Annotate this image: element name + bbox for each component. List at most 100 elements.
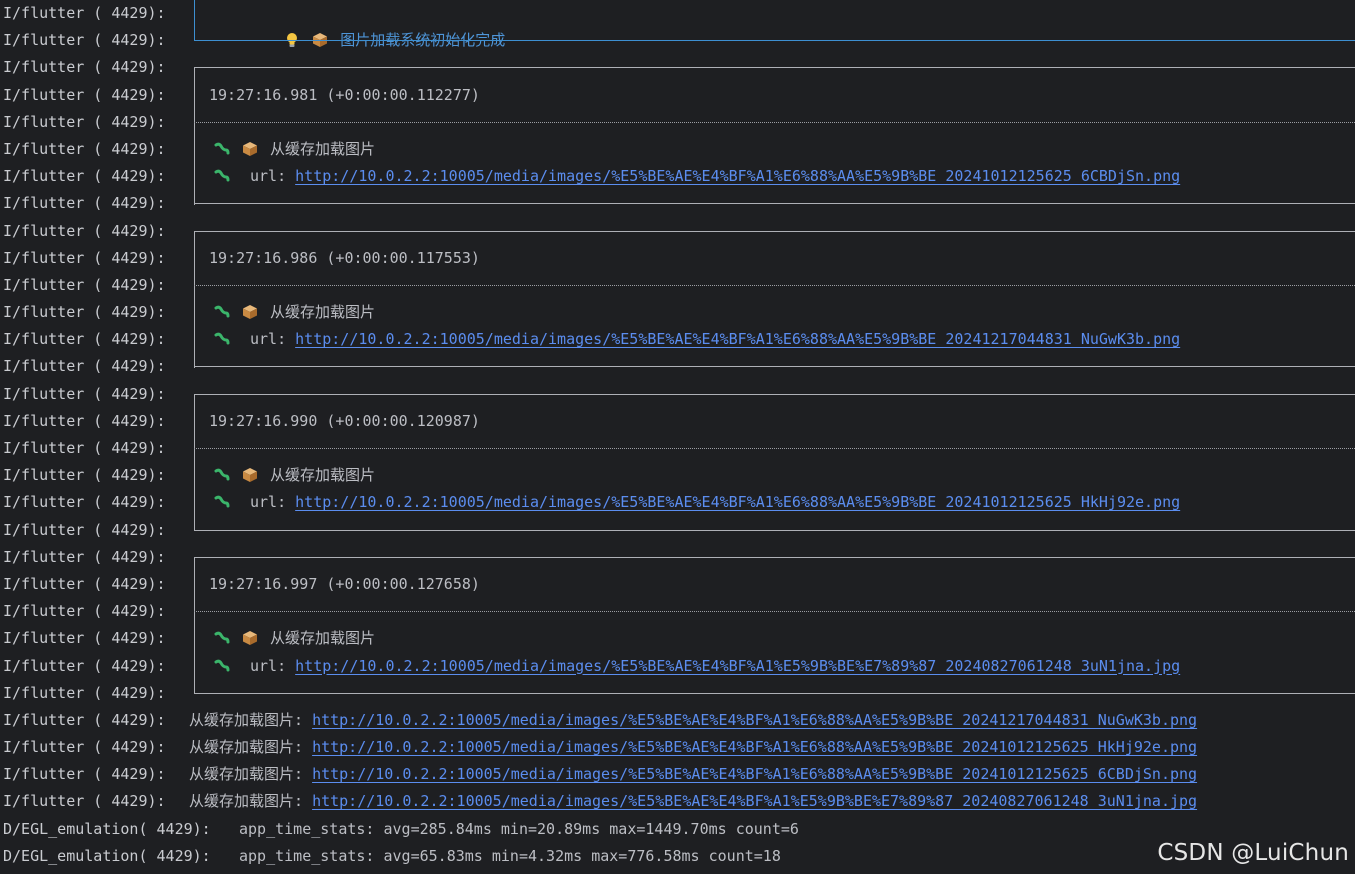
image-url-link[interactable]: http://10.0.2.2:10005/media/images/%E5%B… (312, 711, 1197, 729)
app-time-stats: app_time_stats: avg=65.83ms min=4.32ms m… (239, 846, 781, 865)
log-line: I/flutter ( 4429): 从缓存加载图片 (0, 135, 1355, 164)
box-border (194, 570, 195, 599)
box-top-border (194, 67, 1355, 69)
log-prefix: I/flutter ( 4429): (3, 493, 166, 512)
log-content (194, 381, 1355, 408)
log-content: 从缓存加载图片 (194, 135, 1355, 164)
package-icon (243, 141, 257, 156)
timestamp: 19:27:16.997 (+0:00:00.127658) (209, 574, 480, 593)
image-url-link[interactable]: http://10.0.2.2:10005/media/images/%E5%B… (295, 167, 1180, 185)
log-content (194, 598, 1355, 626)
box-bottom-border (194, 366, 1355, 368)
cache-load-message: 从缓存加载图片 (270, 466, 376, 485)
box-border (194, 230, 195, 245)
log-prefix: I/flutter ( 4429): (3, 31, 166, 50)
log-content (194, 108, 1355, 136)
log-line: I/flutter ( 4429): 19:27:16.997 (+0:00:0… (0, 570, 1355, 599)
log-prefix: I/flutter ( 4429): (3, 384, 166, 403)
log-content: 19:27:16.990 (+0:00:00.120987) (194, 407, 1355, 435)
worm-icon (214, 659, 230, 671)
log-line: I/flutter ( 4429): (0, 381, 1355, 408)
worm-icon (214, 142, 230, 155)
box-border (194, 299, 195, 327)
worm-icon (214, 632, 230, 644)
plain-log-content: 从缓存加载图片: http://10.0.2.2:10005/media/ima… (189, 788, 1197, 815)
image-url-link[interactable]: http://10.0.2.2:10005/media/images/%E5%B… (312, 765, 1197, 783)
box-border (194, 652, 195, 680)
plain-log-content: 从缓存加载图片: http://10.0.2.2:10005/media/ima… (189, 761, 1197, 788)
worm-icon (214, 332, 230, 345)
url-label: url: (250, 330, 296, 349)
timestamp: 19:27:16.986 (+0:00:00.117553) (209, 248, 480, 267)
worm-icon (214, 496, 230, 508)
image-url-link[interactable]: http://10.0.2.2:10005/media/images/%E5%B… (312, 738, 1197, 756)
box-separator (194, 448, 1355, 449)
log-prefix: I/flutter ( 4429): (3, 656, 166, 675)
box-border (194, 393, 195, 408)
log-line: I/flutter ( 4429): (0, 271, 1355, 300)
log-prefix: I/flutter ( 4429): (3, 330, 166, 349)
plain-log-content: 从缓存加载图片: http://10.0.2.2:10005/media/ima… (189, 734, 1197, 761)
package-icon (243, 305, 257, 320)
box-bottom-border (194, 40, 1355, 42)
logcat-console: I/flutter ( 4429): 图片加载系统初始化完成 I/flutter… (0, 0, 1355, 870)
log-line: I/flutter ( 4429): 19:27:16.981 (+0:00:0… (0, 81, 1355, 109)
log-prefix: I/flutter ( 4429): (3, 194, 166, 213)
worm-icon (214, 468, 230, 481)
log-line: I/flutter ( 4429): (0, 108, 1355, 136)
log-content (194, 218, 1355, 245)
box-top-border (194, 556, 1355, 558)
cache-load-label: 从缓存加载图片: (189, 792, 313, 811)
timestamp: 19:27:16.990 (+0:00:00.120987) (209, 411, 480, 430)
log-content (194, 190, 1355, 217)
log-line: I/flutter ( 4429): 从缓存加载图片: http://10.0.2… (0, 734, 1355, 761)
image-url-link[interactable]: http://10.0.2.2:10005/media/images/%E5%B… (312, 792, 1197, 810)
url-row: url: http://10.0.2.2:10005/media/images/… (214, 163, 1180, 190)
log-line: I/flutter ( 4429): 19:27:16.986 (+0:00:0… (0, 244, 1355, 272)
box-border (194, 135, 195, 164)
log-prefix: I/flutter ( 4429): (3, 248, 166, 267)
log-line: I/flutter ( 4429): (0, 353, 1355, 380)
log-content: url: http://10.0.2.2:10005/media/images/… (194, 326, 1355, 354)
log-content: 19:27:16.981 (+0:00:00.112277) (194, 81, 1355, 109)
url-row: url: http://10.0.2.2:10005/media/images/… (214, 489, 1180, 516)
message-row: 从缓存加载图片 (214, 299, 375, 326)
log-line: I/flutter ( 4429): (0, 190, 1355, 217)
image-url-link[interactable]: http://10.0.2.2:10005/media/images/%E5%B… (295, 493, 1180, 511)
log-line: I/flutter ( 4429): 图片加载系统初始化完成 (0, 0, 1355, 49)
log-line: I/flutter ( 4429): (0, 679, 1355, 707)
log-content (194, 516, 1355, 544)
log-content (194, 271, 1355, 300)
log-line: I/flutter ( 4429): 从缓存加载图片 (0, 625, 1355, 653)
box-separator (194, 611, 1355, 613)
log-line: I/flutter ( 4429): (0, 516, 1355, 544)
box-border (194, 556, 195, 571)
log-prefix: I/flutter ( 4429): (3, 466, 166, 485)
box-border (194, 0, 195, 28)
log-prefix: I/flutter ( 4429): (3, 221, 166, 240)
app-time-stats: app_time_stats: avg=285.84ms min=20.89ms… (239, 819, 799, 838)
log-line: D/EGL_emulation( 4429): app_time_stats: a… (0, 816, 1355, 843)
message-row: 从缓存加载图片 (214, 625, 375, 652)
message-row: 从缓存加载图片 (214, 136, 375, 163)
worm-icon (214, 305, 230, 318)
box-border (194, 462, 195, 490)
log-line: I/flutter ( 4429): (0, 598, 1355, 626)
log-content: 从缓存加载图片 (194, 625, 1355, 653)
log-prefix: D/EGL_emulation( 4429): (3, 846, 211, 865)
log-content: 从缓存加载图片 (194, 462, 1355, 490)
timestamp: 19:27:16.981 (+0:00:00.112277) (209, 85, 480, 104)
log-content: url: http://10.0.2.2:10005/media/images/… (194, 163, 1355, 191)
log-line: I/flutter ( 4429): 从缓存加载图片: http://10.0.2… (0, 788, 1355, 815)
image-url-link[interactable]: http://10.0.2.2:10005/media/images/%E5%B… (295, 330, 1180, 348)
log-prefix: I/flutter ( 4429): (3, 58, 166, 77)
package-icon (243, 468, 257, 483)
log-line: I/flutter ( 4429): url: http://10.0.2.2:… (0, 326, 1355, 354)
log-prefix: I/flutter ( 4429): (3, 357, 166, 376)
box-bottom-border (194, 692, 1355, 694)
log-prefix: D/EGL_emulation( 4429): (3, 819, 211, 838)
log-prefix: I/flutter ( 4429): (3, 4, 166, 22)
log-content: 图片加载系统初始化完成 (194, 0, 1355, 49)
image-url-link[interactable]: http://10.0.2.2:10005/media/images/%E5%B… (295, 657, 1180, 675)
log-prefix: I/flutter ( 4429): (3, 602, 166, 621)
